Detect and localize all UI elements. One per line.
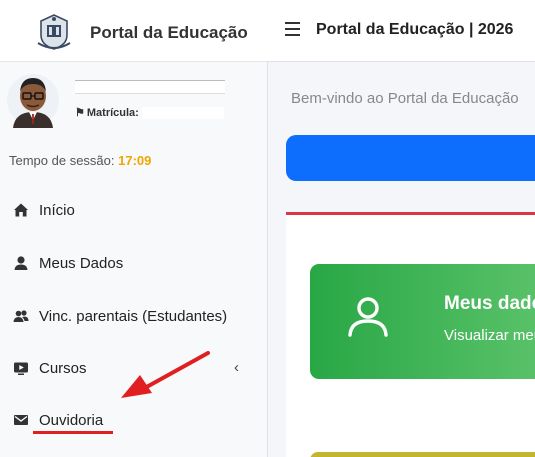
user-panel: ⚑ Matrícula:: [0, 62, 268, 138]
meus-dados-card[interactable]: [310, 264, 535, 379]
sidebar-item-inicio[interactable]: Início: [0, 194, 268, 226]
envelope-icon: [14, 415, 28, 425]
coat-of-arms-logo: [37, 14, 71, 50]
video-icon: [14, 362, 28, 375]
registration-label: Matrícula:: [86, 107, 139, 119]
user-icon: [14, 256, 28, 270]
page-title: Portal da Educação | 2026: [316, 21, 514, 38]
users-icon: [13, 310, 29, 322]
session-label: Tempo de sessão:: [9, 153, 115, 168]
home-icon: [14, 203, 28, 217]
sidebar-item-label: Vinc. parentais (Estudantes): [39, 308, 228, 325]
sidebar-item-label: Ouvidoria: [39, 412, 104, 429]
tag-icon: ⚑: [75, 107, 85, 119]
next-card-edge: [310, 452, 535, 457]
meus-dados-card-subtitle: Visualizar meus: [444, 327, 535, 344]
session-timer: Tempo de sessão: 17:09: [9, 153, 151, 168]
registration-value-redacted: [141, 107, 224, 120]
user-registration: ⚑ Matrícula:: [75, 106, 224, 120]
sidebar-item-meus-dados[interactable]: Meus Dados: [0, 247, 268, 279]
annotation-arrow: [121, 351, 210, 398]
meus-dados-card-title: Meus dados: [444, 293, 535, 314]
avatar[interactable]: [7, 72, 59, 128]
top-bar: Portal da Educação | 2026: [268, 0, 535, 62]
brand-title: Portal da Educação: [90, 23, 248, 42]
sidebar-item-label: Meus Dados: [39, 255, 124, 272]
brand[interactable]: Portal da Educação: [0, 0, 268, 62]
menu-toggle-icon[interactable]: [285, 22, 300, 36]
session-time: 17:09: [118, 153, 152, 168]
welcome-text: Bem-vindo ao Portal da Educação: [291, 90, 519, 107]
sidebar-item-label: Cursos: [39, 360, 87, 377]
chevron-left-icon[interactable]: ‹: [234, 359, 239, 376]
user-outline-icon: [348, 297, 388, 337]
sidebar-item-label: Início: [39, 202, 75, 219]
annotation-underline: [33, 431, 113, 434]
sidebar-item-vinculos-parentais[interactable]: Vinc. parentais (Estudantes): [0, 300, 268, 332]
user-name-redacted: [75, 80, 225, 94]
info-banner: [286, 135, 535, 181]
